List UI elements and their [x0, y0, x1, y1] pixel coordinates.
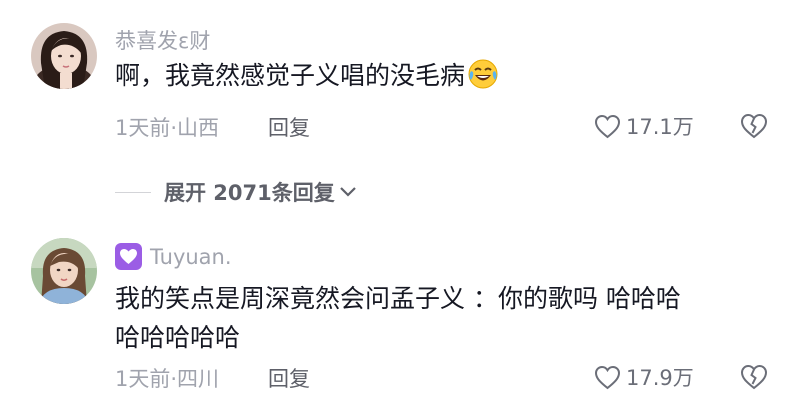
dislike-button[interactable] — [740, 364, 768, 390]
like-count: 17.9万 — [626, 366, 694, 390]
broken-heart-icon — [740, 113, 768, 139]
username[interactable]: 恭喜发ε财 — [115, 25, 210, 55]
expand-replies-row: 展开 2071条回复 — [0, 174, 800, 210]
comment-text-line: 我的笑点是周深竟然会问孟子义 ：你的歌吗 哈哈哈 — [115, 284, 681, 313]
username: Tuyuan. — [150, 244, 232, 269]
expand-replies-label: 展开 2071条回复 — [164, 181, 335, 205]
avatar[interactable] — [31, 23, 97, 89]
heart-outline-icon — [594, 114, 621, 138]
reply-button[interactable]: 回复 — [268, 363, 310, 393]
like-button[interactable]: 17.1万 — [594, 111, 694, 141]
comment-item: 恭喜发ε财 啊，我竟然感觉子义唱的没毛病 1天前·山西 回复 17.1万 — [0, 0, 800, 160]
divider — [115, 192, 151, 193]
comment-text-line: 哈哈哈哈哈 — [115, 323, 241, 352]
chevron-down-icon — [339, 187, 356, 197]
expand-replies-button[interactable]: 展开 2071条回复 — [164, 177, 357, 207]
username-row[interactable]: Tuyuan. — [115, 243, 232, 270]
comment-text: 我的笑点是周深竟然会问孟子义 ：你的歌吗 哈哈哈 哈哈哈哈哈 — [115, 279, 681, 357]
heart-badge-icon — [115, 243, 142, 270]
time-location: 1天前·四川 — [115, 367, 220, 391]
comment-text-content: 啊，我竟然感觉子义唱的没毛病 — [115, 61, 466, 90]
time-location: 1天前·山西 — [115, 116, 220, 140]
like-button[interactable]: 17.9万 — [594, 362, 694, 392]
heart-outline-icon — [594, 365, 621, 389]
dislike-button[interactable] — [740, 113, 768, 139]
laughing-crying-emoji-icon — [467, 58, 499, 90]
avatar[interactable] — [31, 238, 97, 304]
broken-heart-icon — [740, 364, 768, 390]
reply-button[interactable]: 回复 — [268, 112, 310, 142]
comment-text: 啊，我竟然感觉子义唱的没毛病 — [115, 56, 499, 95]
like-count: 17.1万 — [626, 115, 694, 139]
